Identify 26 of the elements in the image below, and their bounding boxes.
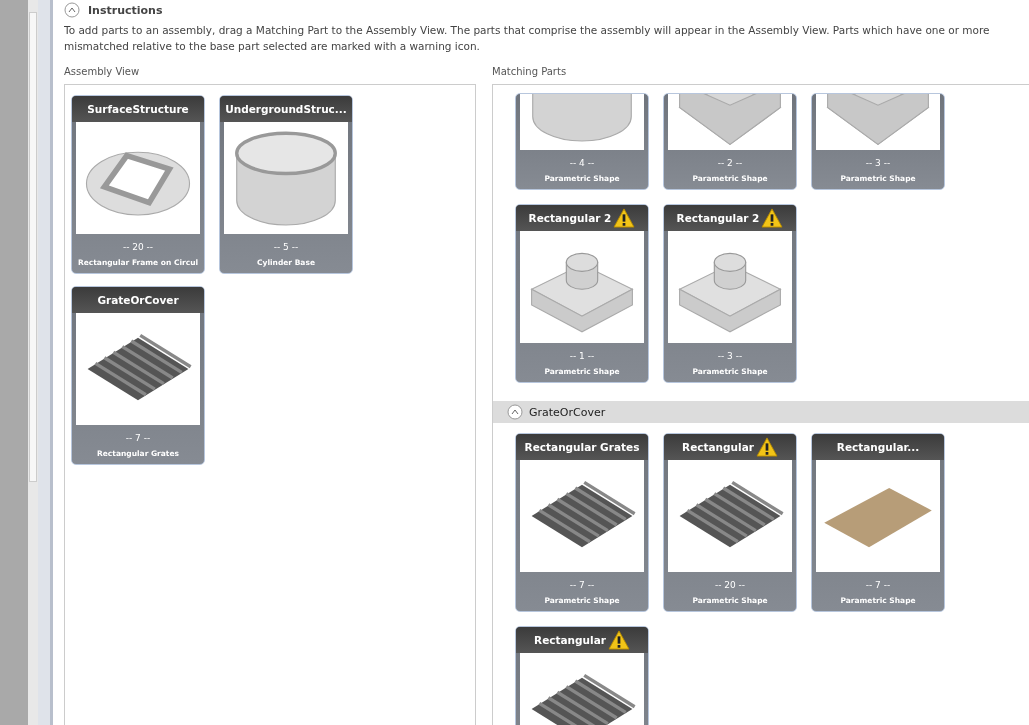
part-count: -- 4 -- bbox=[569, 158, 595, 168]
instructions-text: To add parts to an assembly, drag a Matching Part to the Assembly View. The parts that comprise the assembly will appear in the Assembly View. Parts which have one or more mismatched relative to the base part selected are marked with a warning icon. bbox=[64, 23, 991, 54]
part-count: -- 2 -- bbox=[717, 158, 743, 168]
part-title: UndergroundStruc... bbox=[225, 103, 347, 115]
part-count: -- 20 -- bbox=[122, 242, 154, 252]
part-title: Rectangular 2 bbox=[528, 212, 612, 224]
part-count: -- 1 -- bbox=[569, 351, 595, 361]
panel-label: Matching Parts bbox=[492, 66, 568, 79]
group-header[interactable]: GrateOrCover bbox=[493, 401, 1029, 423]
part-title: Rectangular bbox=[682, 441, 754, 453]
part-title: Rectangular Grates bbox=[524, 441, 640, 453]
part-count: -- 3 -- bbox=[865, 158, 891, 168]
part-title: GrateOrCover bbox=[97, 294, 179, 306]
part-count: -- 7 -- bbox=[569, 580, 595, 590]
part-tile[interactable]: Rectangular bbox=[515, 626, 649, 725]
panel-label: Assembly View bbox=[64, 66, 141, 79]
part-count: -- 20 -- bbox=[714, 580, 746, 590]
part-title: Rectangular... bbox=[836, 441, 920, 453]
part-count: -- 7 -- bbox=[125, 433, 151, 443]
part-title: Rectangular bbox=[534, 634, 606, 646]
part-title: SurfaceStructure bbox=[87, 103, 189, 115]
part-title: Rectangular 2 bbox=[676, 212, 760, 224]
part-count: -- 7 -- bbox=[865, 580, 891, 590]
part-count: -- 3 -- bbox=[717, 351, 743, 361]
part-count: -- 5 -- bbox=[273, 242, 299, 252]
section-title: Instructions bbox=[88, 3, 163, 17]
